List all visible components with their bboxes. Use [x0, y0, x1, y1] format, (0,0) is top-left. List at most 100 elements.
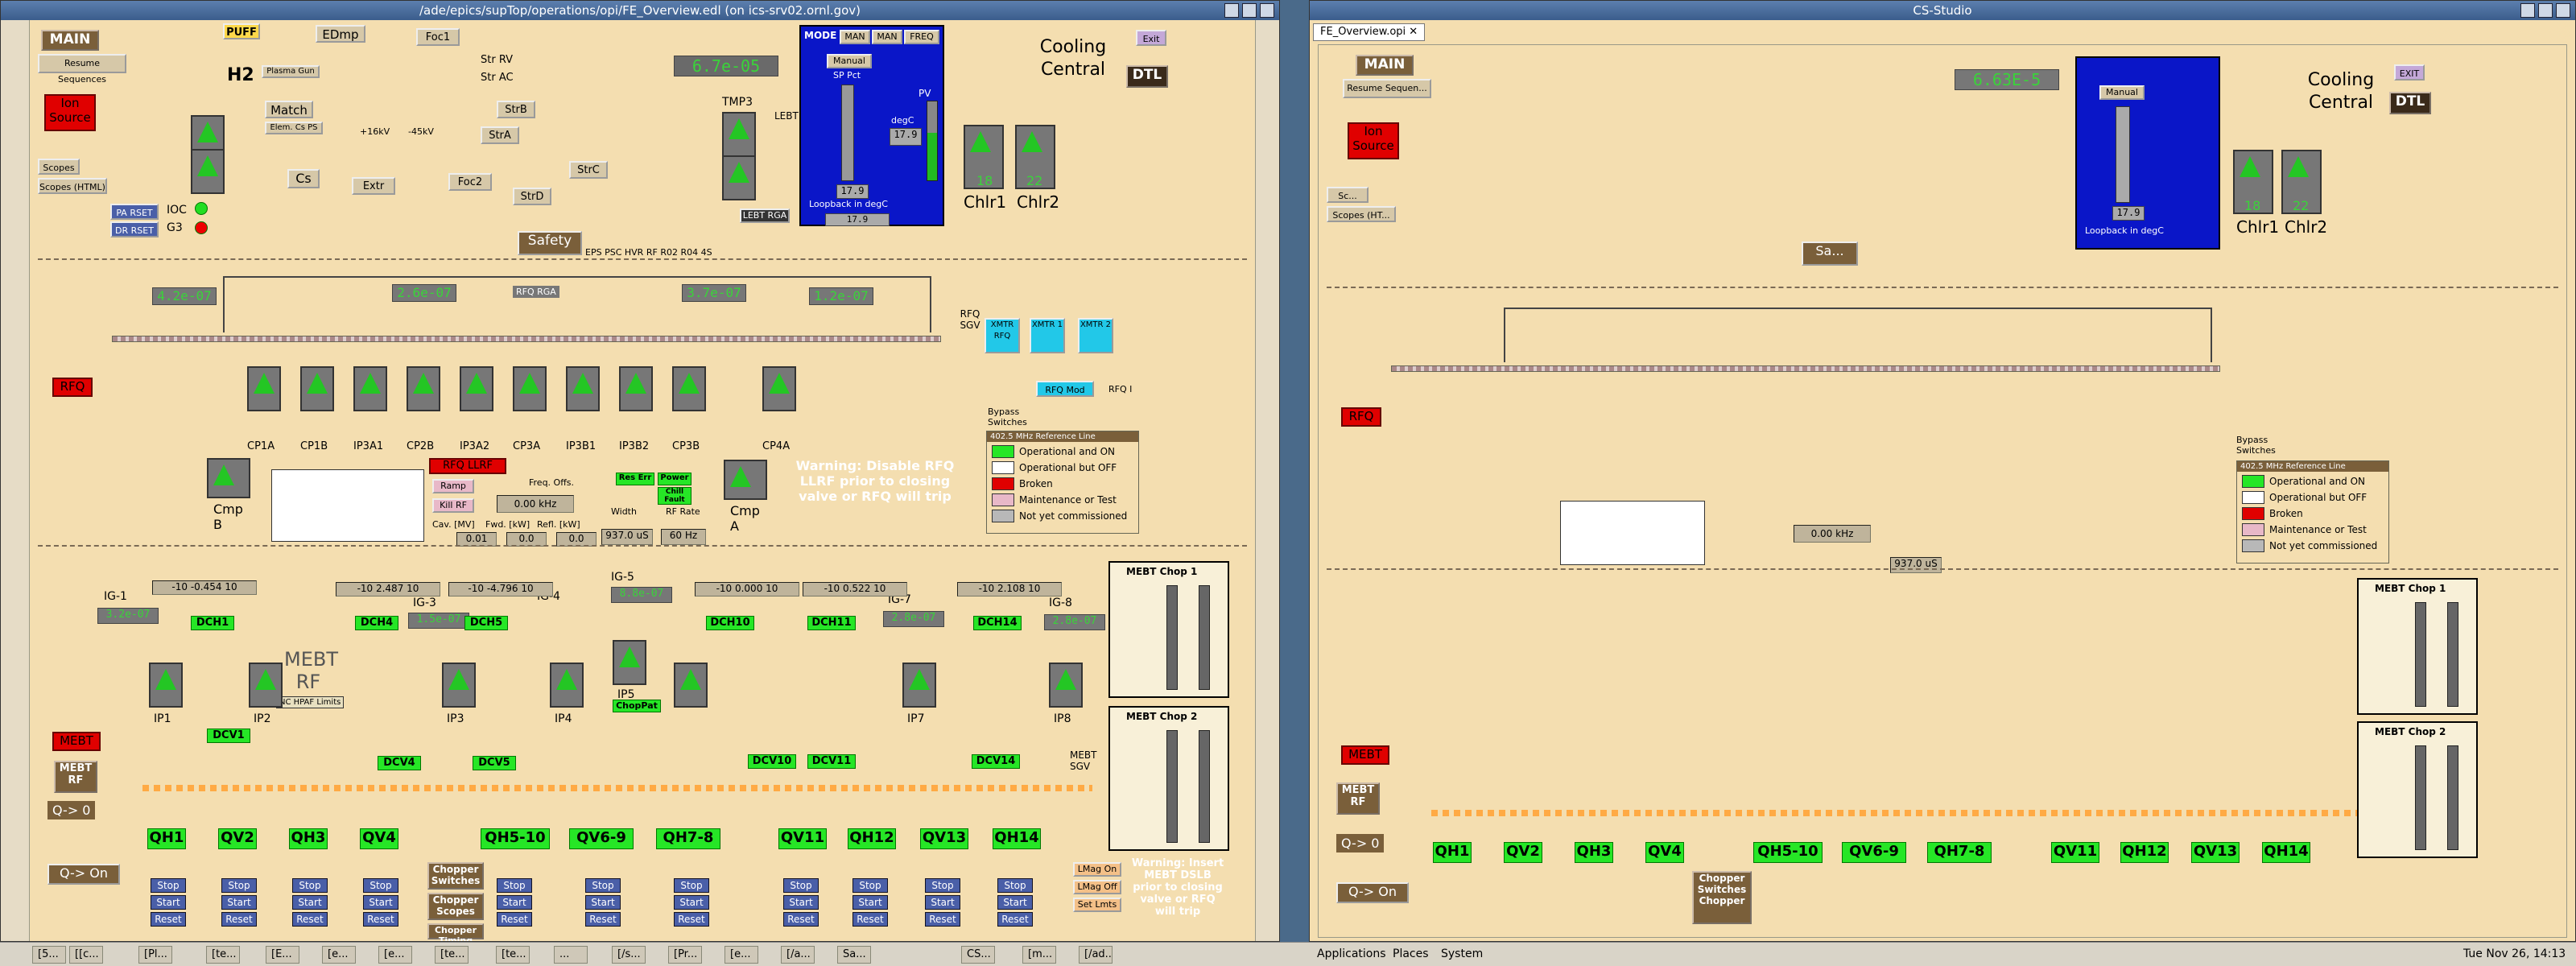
- exit-button[interactable]: Exit: [1136, 30, 1166, 46]
- qv4-stop[interactable]: Stop: [363, 878, 398, 893]
- chopper-scopes-button[interactable]: Chopper Scopes: [427, 893, 484, 920]
- mode-man2-button[interactable]: MAN: [872, 30, 902, 44]
- taskbar-item-10[interactable]: ...: [554, 946, 588, 964]
- qh1-reset[interactable]: Reset: [151, 912, 186, 927]
- qv11-stop[interactable]: Stop: [783, 878, 819, 893]
- css-freq-offs-value[interactable]: 0.00 kHz: [1794, 525, 1871, 543]
- css-titlebar[interactable]: CS-Studio: [1310, 1, 2575, 20]
- qv2-reset[interactable]: Reset: [221, 912, 257, 927]
- scopes-html-button[interactable]: Scopes (HTML): [38, 178, 107, 194]
- menu-applications[interactable]: Applications: [1317, 947, 1386, 960]
- taskbar-item-3[interactable]: [Pl...: [138, 946, 172, 964]
- qh3-start[interactable]: Start: [292, 895, 328, 910]
- qv2-stop[interactable]: Stop: [221, 878, 257, 893]
- css-chopper-button[interactable]: Chopper Switches Chopper: [1692, 871, 1752, 924]
- dtl-button[interactable]: DTL: [1126, 65, 1168, 88]
- xmtr1-button[interactable]: XMTR 1: [1030, 318, 1065, 353]
- qv11-reset[interactable]: Reset: [783, 912, 819, 927]
- dch5-setpoint[interactable]: -10 -4.796 10: [448, 582, 553, 597]
- qv6-start[interactable]: Start: [585, 895, 621, 910]
- qh7-start[interactable]: Start: [674, 895, 709, 910]
- taskbar-item-7[interactable]: [e...: [378, 946, 412, 964]
- close-icon[interactable]: [2556, 3, 2570, 18]
- pa-reset-button[interactable]: PA RSET: [110, 204, 159, 220]
- tab-close-icon[interactable]: ✕: [1409, 26, 1418, 38]
- edmp-button[interactable]: EDmp: [316, 25, 365, 43]
- freq-offs-value[interactable]: 0.00 kHz: [497, 495, 574, 513]
- dch11-setpoint[interactable]: -10 0.522 10: [803, 582, 907, 597]
- mode-freq-button[interactable]: FREQ: [904, 30, 939, 44]
- qh1-stop[interactable]: Stop: [151, 878, 186, 893]
- ramp-button[interactable]: Ramp: [432, 479, 474, 493]
- safety-button[interactable]: Safety: [518, 231, 582, 255]
- mode-man-button[interactable]: MAN: [840, 30, 870, 44]
- menu-system[interactable]: System: [1441, 947, 1483, 960]
- edm-titlebar[interactable]: /ade/epics/supTop/operations/opi/FE_Over…: [1, 1, 1279, 20]
- qh3-stop[interactable]: Stop: [292, 878, 328, 893]
- taskbar-item-11[interactable]: [/s...: [612, 946, 646, 964]
- set-lmts-button[interactable]: Set Lmts: [1073, 898, 1121, 912]
- scopes-button[interactable]: Scopes: [38, 159, 80, 175]
- rfq-mod-button[interactable]: RFQ Mod: [1036, 381, 1094, 397]
- css-scopes-button[interactable]: Sc...: [1327, 187, 1368, 203]
- css-resume-button[interactable]: Resume Sequen...: [1343, 79, 1431, 98]
- puff-button[interactable]: PUFF: [223, 23, 260, 39]
- qh1-start[interactable]: Start: [151, 895, 186, 910]
- qh5-reset[interactable]: Reset: [497, 912, 532, 927]
- qh12-stop[interactable]: Stop: [852, 878, 888, 893]
- taskbar-item-18[interactable]: [/ad...: [1079, 946, 1113, 964]
- taskbar-item-8[interactable]: [te...: [435, 946, 469, 964]
- foc2-button[interactable]: Foc2: [448, 173, 492, 191]
- qh12-start[interactable]: Start: [852, 895, 888, 910]
- taskbar-item-2[interactable]: [[c...: [69, 946, 103, 964]
- mebt-rf-button[interactable]: MEBT RF: [54, 761, 97, 793]
- xmtr2-button[interactable]: XMTR 2: [1078, 318, 1113, 353]
- css-width-value[interactable]: 937.0 uS: [1890, 557, 1942, 573]
- qh14-start[interactable]: Start: [997, 895, 1033, 910]
- taskbar-item-13[interactable]: [e...: [724, 946, 758, 964]
- maximize-icon[interactable]: [1242, 3, 1257, 18]
- taskbar-item-17[interactable]: [m...: [1022, 946, 1056, 964]
- dch14-setpoint[interactable]: -10 2.108 10: [957, 582, 1062, 597]
- match-button[interactable]: Match: [265, 101, 313, 118]
- qv4-reset[interactable]: Reset: [363, 912, 398, 927]
- css-ion-source-button[interactable]: Ion Source: [1348, 122, 1399, 159]
- qv6-stop[interactable]: Stop: [585, 878, 621, 893]
- maximize-icon[interactable]: [2538, 3, 2553, 18]
- strD-button[interactable]: StrD: [513, 188, 551, 205]
- lmag-on-button[interactable]: LMag On: [1073, 862, 1121, 877]
- qh5-start[interactable]: Start: [497, 895, 532, 910]
- dch1-setpoint[interactable]: -10 -0.454 10: [152, 580, 257, 595]
- minimize-icon[interactable]: [2520, 3, 2535, 18]
- taskbar-item-1[interactable]: [5...: [32, 946, 66, 964]
- chopper-switches-button[interactable]: Chopper Switches: [427, 862, 484, 890]
- qh5-stop[interactable]: Stop: [497, 878, 532, 893]
- css-exit-button[interactable]: EXIT: [2394, 64, 2425, 80]
- taskbar-item-14[interactable]: [/a...: [781, 946, 815, 964]
- rfq-button[interactable]: RFQ: [52, 378, 93, 397]
- qv2-start[interactable]: Start: [221, 895, 257, 910]
- width-value[interactable]: 937.0 uS: [601, 529, 653, 545]
- css-rfq-button[interactable]: RFQ: [1341, 407, 1381, 427]
- css-main-button[interactable]: MAIN: [1356, 55, 1414, 76]
- edm-right-scrollbar[interactable]: [1255, 20, 1279, 941]
- qv4-start[interactable]: Start: [363, 895, 398, 910]
- taskbar-item-12[interactable]: [Pr...: [668, 946, 702, 964]
- chopper-timing-button[interactable]: Chopper Timing: [427, 923, 484, 941]
- qv13-start[interactable]: Start: [925, 895, 960, 910]
- css-mebt-rf-button[interactable]: MEBT RF: [1336, 782, 1380, 815]
- css-tab[interactable]: FE_Overview.opi ✕: [1313, 23, 1426, 41]
- css-scopes-html-button[interactable]: Scopes (HT...: [1327, 206, 1396, 222]
- strB-button[interactable]: StrB: [497, 101, 535, 118]
- taskbar-item-4[interactable]: [te...: [206, 946, 240, 964]
- minimize-icon[interactable]: [1224, 3, 1239, 18]
- css-sp-slider[interactable]: [2116, 106, 2130, 203]
- lmag-off-button[interactable]: LMag Off: [1073, 880, 1121, 894]
- qv13-reset[interactable]: Reset: [925, 912, 960, 927]
- qv11-start[interactable]: Start: [783, 895, 819, 910]
- dch10-setpoint[interactable]: -10 0.000 10: [695, 582, 799, 597]
- kill-rf-button[interactable]: Kill RF: [432, 498, 474, 513]
- qh3-reset[interactable]: Reset: [292, 912, 328, 927]
- sp-slider[interactable]: [841, 85, 854, 181]
- qh14-stop[interactable]: Stop: [997, 878, 1033, 893]
